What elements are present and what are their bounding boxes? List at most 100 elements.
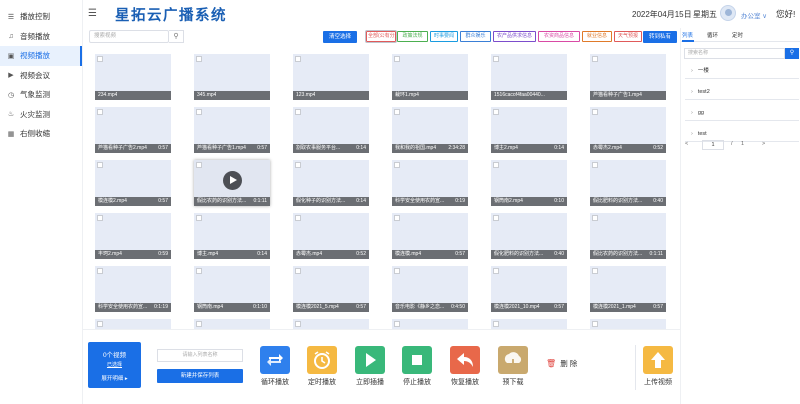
sidebar-item-3[interactable]: ▶ 视频会议	[0, 66, 82, 86]
video-card[interactable]: 割取农事服务平台... 0:14	[293, 107, 369, 153]
video-checkbox[interactable]	[295, 268, 301, 274]
video-card[interactable]: 科学安全使用农药宣... 0:19	[392, 160, 468, 206]
video-checkbox[interactable]	[592, 215, 598, 221]
expand-details-button[interactable]: 展开明细 ▸	[88, 374, 141, 382]
video-card[interactable]: 模连模2021_10.mp4 0:57	[491, 266, 567, 312]
move-to-private-button[interactable]: 转到私有	[643, 31, 677, 43]
sidebar-item-1[interactable]: ♫ 音频播放	[0, 27, 82, 47]
loop-play-button[interactable]: 循环播放	[258, 346, 292, 387]
video-checkbox[interactable]	[592, 321, 598, 327]
video-card[interactable]: 芦猫看种子广告2.mp4 0:57	[95, 107, 171, 153]
avatar[interactable]	[720, 5, 736, 21]
video-card[interactable]	[293, 319, 369, 329]
video-card[interactable]: 假比农药的识别方法... 0:1:11	[590, 213, 666, 259]
playlist-item[interactable]: › test2	[685, 85, 799, 100]
video-checkbox[interactable]	[196, 162, 202, 168]
video-search-input[interactable]: 搜索视频	[89, 30, 169, 43]
video-checkbox[interactable]	[295, 162, 301, 168]
video-checkbox[interactable]	[592, 268, 598, 274]
video-card[interactable]: 赤霉杰.mp4 0:52	[293, 213, 369, 259]
prev-page-icon[interactable]: <	[685, 141, 688, 147]
playlist-search-input[interactable]: 搜索名称	[684, 48, 785, 59]
scheduled-play-button[interactable]: 定时播放	[305, 346, 339, 387]
category-tag-2[interactable]: 时事要闻	[430, 31, 458, 42]
video-card[interactable]: 234.mp4	[95, 54, 171, 100]
video-checkbox[interactable]	[196, 109, 202, 115]
video-card[interactable]: 模连模.mp4 0:57	[392, 213, 468, 259]
video-card[interactable]	[590, 319, 666, 329]
video-checkbox[interactable]	[295, 56, 301, 62]
video-checkbox[interactable]	[394, 162, 400, 168]
video-checkbox[interactable]	[196, 215, 202, 221]
delete-button[interactable]: 🗑 删 除	[546, 358, 577, 369]
video-card[interactable]: 科学安全使用农药宣... 0:1:19	[95, 266, 171, 312]
upload-video-button[interactable]: 上传视频	[641, 346, 675, 387]
play-icon[interactable]	[223, 171, 242, 190]
video-checkbox[interactable]	[97, 321, 103, 327]
stop-play-button[interactable]: 停止播放	[400, 346, 434, 387]
video-card[interactable]: 丰珂2.mp4 0:59	[95, 213, 171, 259]
video-card[interactable]: 模连模2021_5.mp4 0:57	[293, 266, 369, 312]
tab-list[interactable]: 列表	[682, 31, 693, 39]
category-tag-1[interactable]: 政策法规	[397, 31, 428, 42]
video-checkbox[interactable]	[97, 268, 103, 274]
video-card[interactable]: 赤霉杰2.mp4 0:52	[590, 107, 666, 153]
video-checkbox[interactable]	[394, 321, 400, 327]
video-checkbox[interactable]	[97, 162, 103, 168]
video-checkbox[interactable]	[592, 109, 598, 115]
menu-toggle-icon[interactable]: ☰	[88, 8, 97, 19]
video-checkbox[interactable]	[592, 56, 598, 62]
video-card[interactable]: 我和我的祖国.mp4 2:34:28	[392, 107, 468, 153]
tab-loop[interactable]: 循环	[707, 31, 718, 39]
category-tag-3[interactable]: 群众娱乐	[460, 31, 491, 42]
video-card[interactable]: 假化肥料的识别方法... 0:40	[491, 213, 567, 259]
video-checkbox[interactable]	[97, 215, 103, 221]
video-card[interactable]: 芦猫看种子广告1.mp4	[590, 54, 666, 100]
video-card[interactable]: 钢筒南2.mp4 0:10	[491, 160, 567, 206]
video-checkbox[interactable]	[592, 162, 598, 168]
video-card[interactable]	[491, 319, 567, 329]
video-card[interactable]: 模连模2021_1.mp4 0:57	[590, 266, 666, 312]
sidebar-item-5[interactable]: ♨ 火灾监测	[0, 105, 82, 125]
insert-play-button[interactable]: 立即插播	[353, 346, 387, 387]
video-card[interactable]: 模连模2.mp4 0:57	[95, 160, 171, 206]
resume-play-button[interactable]: 恢复播放	[448, 346, 482, 387]
pre-download-button[interactable]: 预下载	[496, 346, 530, 387]
video-checkbox[interactable]	[493, 268, 499, 274]
sidebar-item-6[interactable]: ▦ 右侧收缩	[0, 124, 82, 144]
next-page-icon[interactable]: >	[762, 141, 765, 147]
video-checkbox[interactable]	[97, 109, 103, 115]
video-card[interactable]: 芦猫看种子广告1.mp4 0:57	[194, 107, 270, 153]
video-checkbox[interactable]	[196, 56, 202, 62]
video-checkbox[interactable]	[196, 321, 202, 327]
category-tag-7[interactable]: 天气预报	[614, 31, 642, 42]
video-card[interactable]: 裁环1.mp4	[392, 54, 468, 100]
video-checkbox[interactable]	[394, 56, 400, 62]
video-card[interactable]: 假化种子的识别方法... 0:14	[293, 160, 369, 206]
video-checkbox[interactable]	[295, 109, 301, 115]
video-checkbox[interactable]	[493, 109, 499, 115]
user-dropdown[interactable]: 办公室 ∨	[741, 10, 767, 20]
playlist-name-input[interactable]: 请输入列表名称	[157, 349, 243, 362]
video-checkbox[interactable]	[394, 109, 400, 115]
video-card[interactable]: 钢筒南.mp4 0:1:10	[194, 266, 270, 312]
playlist-item[interactable]: › gg	[685, 106, 799, 121]
category-tag-6[interactable]: 就业信息	[582, 31, 612, 42]
video-checkbox[interactable]	[295, 321, 301, 327]
video-card[interactable]: 博主2.mp4 0:14	[491, 107, 567, 153]
video-card[interactable]: 123.mp4	[293, 54, 369, 100]
video-card[interactable]: 1516cacof4faa00440...	[491, 54, 567, 100]
video-checkbox[interactable]	[295, 215, 301, 221]
save-playlist-button[interactable]: 新建并保存列表	[157, 369, 243, 383]
clear-selection-button[interactable]: 清空选择	[323, 31, 357, 43]
video-card[interactable]	[194, 319, 270, 329]
video-checkbox[interactable]	[394, 268, 400, 274]
video-checkbox[interactable]	[493, 215, 499, 221]
video-card[interactable]: 音乐电影《静乡之恋... 0:4:50	[392, 266, 468, 312]
video-checkbox[interactable]	[493, 321, 499, 327]
sidebar-item-0[interactable]: ☰ 播放控制	[0, 7, 82, 27]
video-card[interactable]: 假比农药的识别方法... 0:1:11	[194, 160, 270, 206]
tab-schedule[interactable]: 定时	[732, 31, 743, 39]
video-card[interactable]: 博主.mp4 0:14	[194, 213, 270, 259]
video-checkbox[interactable]	[196, 268, 202, 274]
